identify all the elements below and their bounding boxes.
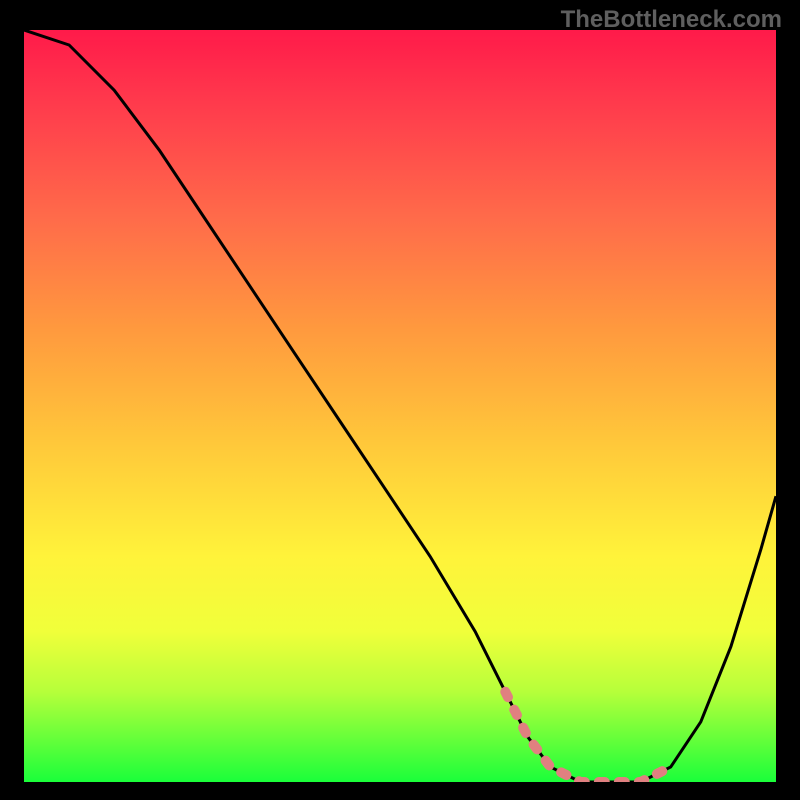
bottleneck-curve [24,30,776,782]
marker-region [505,692,670,782]
watermark: TheBottleneck.com [561,6,782,34]
chart-plot-area [24,30,776,782]
chart-svg [24,30,776,782]
